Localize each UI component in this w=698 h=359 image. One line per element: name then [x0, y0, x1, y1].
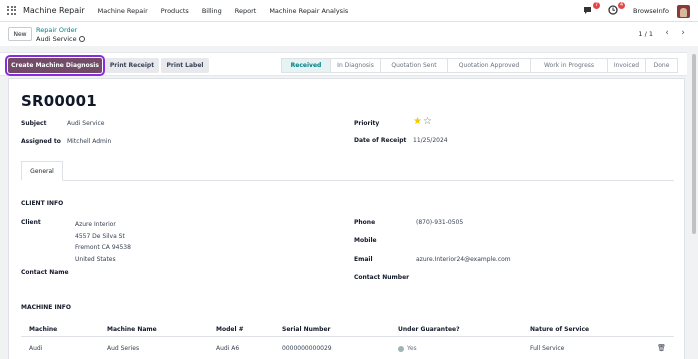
pager-value[interactable]: 1 / 1 — [638, 30, 653, 38]
notebook-tabs: General — [21, 161, 674, 181]
apps-menu-icon[interactable] — [7, 5, 17, 16]
breadcrumb-current-label: Audi Service — [36, 35, 77, 43]
print-label-button[interactable]: Print Label — [161, 58, 209, 73]
stage-work-in-progress[interactable]: Work in Progress — [530, 58, 607, 73]
cell-machine-name: Aud Series — [107, 345, 140, 352]
menu-billing[interactable]: Billing — [202, 7, 222, 15]
tab-general[interactable]: General — [21, 161, 63, 181]
contact-number-label: Contact Number — [354, 274, 410, 281]
date-of-receipt-label: Date of Receipt — [354, 137, 407, 144]
client-country: United States — [75, 255, 116, 263]
guarantee-value: Yes — [407, 345, 417, 352]
top-navbar: Machine Repair Machine Repair Products B… — [0, 0, 698, 22]
scrollbar-thumb[interactable] — [692, 54, 696, 234]
stage-pipeline: Received In Diagnosis Quotation Sent Quo… — [281, 58, 678, 73]
phone-label: Phone — [354, 219, 376, 226]
client-info-heading: CLIENT INFO — [21, 200, 64, 207]
column-nature-of-service[interactable]: Nature of Service — [530, 326, 589, 333]
status-bar: Create Machine Diagnosis Print Receipt P… — [0, 52, 687, 76]
subject-label: Subject — [21, 120, 47, 127]
menu-report[interactable]: Report — [235, 7, 257, 15]
table-row[interactable]: Audi Aud Series Audi A6 0000000000029 Ye… — [21, 342, 674, 356]
stage-received[interactable]: Received — [281, 58, 330, 73]
breadcrumb-parent[interactable]: Repair Order — [36, 26, 77, 34]
menu-machine-repair-analysis[interactable]: Machine Repair Analysis — [269, 7, 348, 15]
chevron-left-icon[interactable]: ‹ — [660, 26, 674, 40]
cell-nature-of-service: Full Service — [530, 345, 565, 352]
subject-field[interactable]: Audi Service — [67, 120, 104, 127]
date-of-receipt-field[interactable]: 11/25/2024 — [413, 137, 448, 144]
print-receipt-button[interactable]: Print Receipt — [105, 58, 159, 73]
company-switcher[interactable]: BrowseInfo — [633, 7, 669, 15]
assigned-to-field[interactable]: Mitchell Admin — [67, 138, 111, 145]
stage-quotation-sent[interactable]: Quotation Sent — [380, 58, 447, 73]
menu-machine-repair[interactable]: Machine Repair — [98, 7, 148, 15]
client-street: 4557 De Silva St — [75, 232, 125, 240]
create-machine-diagnosis-button[interactable]: Create Machine Diagnosis — [5, 55, 105, 76]
column-machine[interactable]: Machine — [29, 326, 57, 333]
client-name: Azure Interior — [75, 221, 116, 228]
phone-field[interactable]: (870)-931-0505 — [416, 219, 463, 226]
contact-name-label: Contact Name — [21, 269, 69, 276]
column-under-guarantee[interactable]: Under Guarantee? — [398, 326, 460, 333]
machine-table-header: Machine Machine Name Model # Serial Numb… — [21, 323, 674, 337]
stage-in-diagnosis[interactable]: In Diagnosis — [330, 58, 380, 73]
cell-machine: Audi — [29, 345, 43, 352]
activity-clock-icon[interactable]: 4 — [608, 2, 626, 17]
client-label: Client — [21, 219, 41, 226]
email-label: Email — [354, 256, 373, 263]
column-serial-number[interactable]: Serial Number — [282, 326, 330, 333]
priority-widget: ★ ☆ — [413, 117, 433, 127]
machine-info-heading: MACHINE INFO — [21, 304, 71, 311]
client-address[interactable]: Azure Interior 4557 De Silva St Fremont … — [75, 219, 131, 265]
page-scrollbar[interactable] — [691, 52, 697, 359]
column-model[interactable]: Model # — [216, 326, 244, 333]
stage-quotation-approved[interactable]: Quotation Approved — [447, 58, 530, 73]
trash-icon[interactable]: 🗑 — [657, 344, 666, 352]
cell-model: Audi A6 — [216, 345, 240, 352]
client-city: Fremont CA 94538 — [75, 244, 131, 251]
email-field[interactable]: azure.Interior24@example.com — [416, 256, 511, 263]
gear-icon[interactable] — [78, 36, 85, 42]
priority-label: Priority — [354, 120, 380, 127]
activity-badge: 4 — [618, 2, 626, 9]
record-reference: SR00001 — [21, 92, 97, 110]
chat-badge: 7 — [593, 2, 601, 9]
star-filled-icon[interactable]: ★ — [413, 117, 422, 127]
user-avatar[interactable] — [677, 4, 690, 18]
breadcrumb-current: Audi Service — [36, 35, 85, 43]
app-brand[interactable]: Machine Repair — [23, 6, 85, 15]
menu-products[interactable]: Products — [161, 7, 189, 15]
assigned-to-label: Assigned to — [21, 138, 61, 145]
new-button[interactable]: New — [8, 27, 32, 41]
stage-invoiced[interactable]: Invoiced — [607, 58, 645, 73]
control-panel: New Repair Order Audi Service 1 / 1 ‹ › — [0, 22, 698, 46]
form-sheet: SR00001 Subject Audi Service Assigned to… — [8, 78, 685, 359]
stage-done[interactable]: Done — [645, 58, 678, 73]
toggle-dot-icon — [398, 345, 404, 352]
mobile-label: Mobile — [354, 237, 377, 244]
star-empty-icon[interactable]: ☆ — [423, 117, 432, 127]
column-machine-name[interactable]: Machine Name — [107, 326, 157, 333]
cell-serial-number: 0000000000029 — [282, 345, 332, 352]
chevron-right-icon[interactable]: › — [676, 26, 690, 40]
cell-under-guarantee: Yes — [398, 345, 417, 352]
chat-icon[interactable]: 7 — [583, 2, 601, 17]
